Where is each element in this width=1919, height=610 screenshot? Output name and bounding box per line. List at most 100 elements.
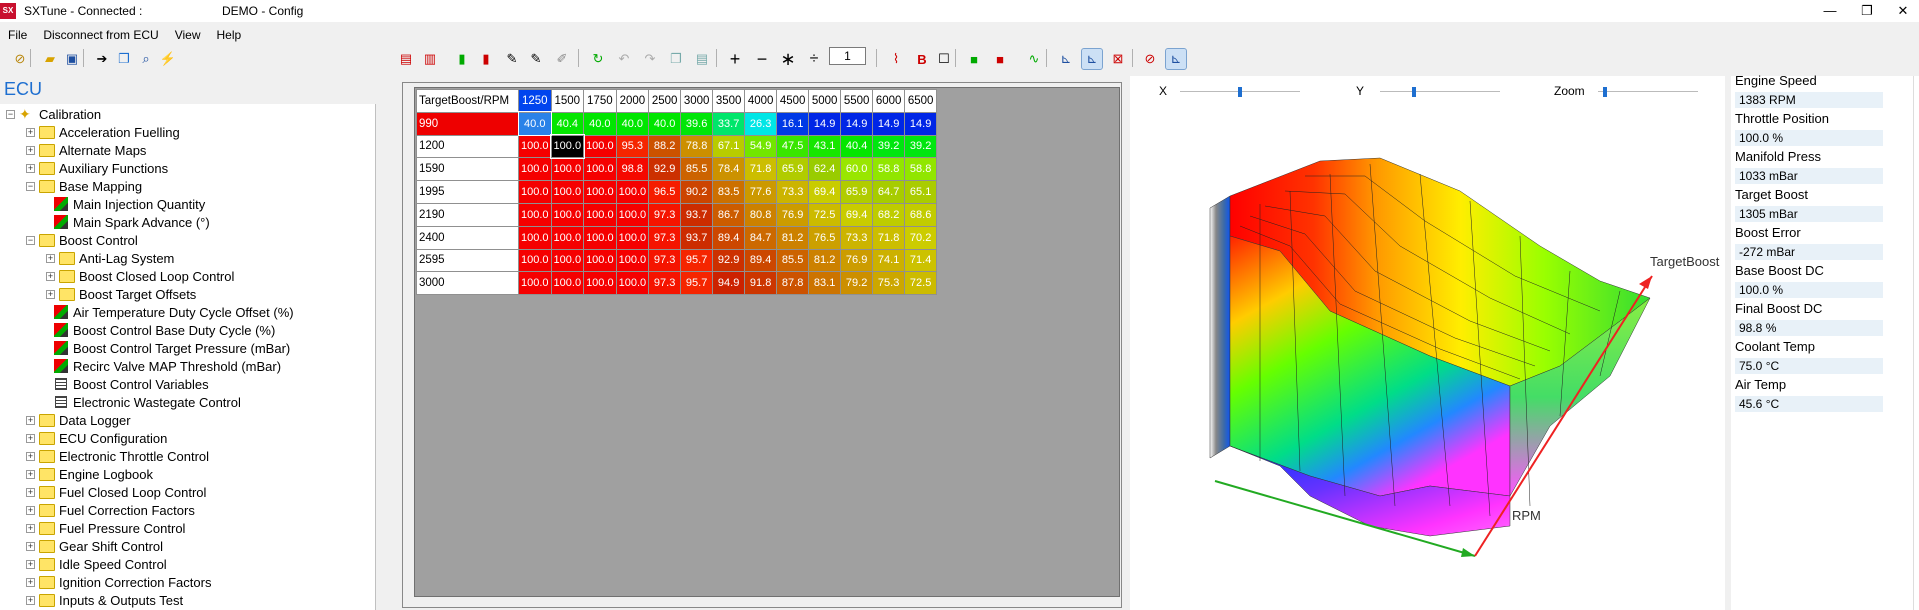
map-cell[interactable]: 76.9 [776,202,810,227]
tree-item[interactable]: + Boost Closed Loop Control [46,267,234,285]
map-cell[interactable]: 85.5 [776,248,810,273]
expand-icon[interactable]: + [26,433,35,443]
copy-pages-icon[interactable]: ❐ [114,49,134,69]
map-cell[interactable]: 84.7 [744,225,778,250]
tree-item[interactable]: Main Spark Advance (°) [51,213,210,231]
map-cell[interactable]: 39.2 [904,134,938,159]
pane-splitter[interactable] [378,76,394,610]
map-cell[interactable]: 100.0 [615,248,650,273]
map-cell[interactable]: 86.7 [712,202,746,227]
cube-red-icon[interactable]: ■ [990,49,1010,69]
map-cell[interactable]: 14.9 [872,111,906,136]
expand-icon[interactable]: + [46,271,55,281]
map-cell[interactable]: 100.0 [518,202,552,227]
map-cell[interactable]: 76.9 [840,248,874,273]
rpm-column-header[interactable]: 3000 [680,89,714,113]
map-cell[interactable]: 69.4 [808,180,842,204]
chart-clear-icon[interactable]: ⊘ [1140,49,1160,69]
rpm-column-header[interactable]: 1750 [583,89,617,113]
surface-plot[interactable] [1130,76,1725,610]
tree-item[interactable]: + Alternate Maps [26,141,146,159]
multiply-icon[interactable]: ∗ [778,49,798,69]
map-cell[interactable]: 78.4 [712,157,746,182]
tree-item[interactable]: + Data Logger [26,411,131,429]
map-cell[interactable]: 47.5 [776,134,810,159]
map-cell[interactable]: 62.4 [808,157,842,182]
targetboost-row-header[interactable]: 2595 [416,248,519,273]
tree-item[interactable]: + ECU Configuration [26,429,167,447]
expand-icon[interactable]: + [26,523,35,533]
menu-file[interactable]: File [0,25,35,45]
rpm-column-header[interactable]: 5500 [840,89,874,113]
map-cell[interactable]: 97.3 [648,248,682,273]
map-cell[interactable]: 94.9 [712,271,746,296]
map-cell[interactable]: 65.9 [840,180,874,204]
tree-item[interactable]: + Boost Target Offsets [46,285,196,303]
save-icon[interactable]: ▣ [62,49,82,69]
tree-item[interactable]: Boost Control Target Pressure (mBar) [51,339,290,357]
map-cell[interactable]: 72.5 [904,271,938,296]
map-cell[interactable]: 68.2 [872,202,906,227]
chart-x-icon[interactable]: ⊠ [1108,49,1128,69]
map-cell[interactable]: 89.4 [712,225,746,250]
curve-graph-icon[interactable]: ⌇ [886,49,906,69]
rpm-column-header[interactable]: 6000 [872,89,906,113]
add-icon[interactable]: + [725,49,745,69]
minimize-button[interactable]: — [1820,2,1840,20]
close-button[interactable]: ✕ [1893,2,1913,20]
expand-icon[interactable]: + [26,559,35,569]
map-cell[interactable]: 83.5 [712,180,746,204]
map-cell[interactable]: 100.0 [583,225,617,250]
collapse-icon[interactable]: − [6,109,15,119]
map-cell[interactable]: 100.0 [518,134,552,159]
map-cell[interactable]: 67.1 [712,134,746,159]
expand-icon[interactable]: + [46,289,55,299]
tree-item[interactable]: + Electronic Throttle Control [26,447,209,465]
tree-item[interactable]: Boost Control Base Duty Cycle (%) [51,321,275,339]
cube-green-icon[interactable]: ■ [964,49,984,69]
expand-icon[interactable]: + [46,253,55,263]
map-cell[interactable]: 71.4 [904,248,938,273]
map-cell[interactable]: 97.3 [648,202,682,227]
disconnect-icon[interactable]: ⊘ [10,49,30,69]
rpm-column-header[interactable]: 6500 [904,89,938,113]
paste-icon[interactable]: ▤ [692,49,712,69]
axis-chart-icon[interactable]: ⊾ [1056,49,1076,69]
axis-chart-toggle-icon[interactable]: ⊾ [1081,48,1103,70]
map-cell[interactable]: 100.0 [550,271,585,296]
map-cell[interactable]: 70.2 [904,225,938,250]
map-cell[interactable]: 93.7 [680,202,714,227]
menu-help[interactable]: Help [209,25,250,45]
checkbox-icon[interactable]: ☐ [934,49,954,69]
tree-item[interactable]: Air Temperature Duty Cycle Offset (%) [51,303,294,321]
edit-pencil-icon[interactable]: ✎ [502,49,522,69]
map-cell[interactable]: 40.0 [615,111,650,136]
targetboost-row-header[interactable]: 3000 [416,271,519,296]
map-cell[interactable]: 40.0 [648,111,682,136]
targetboost-row-header[interactable]: 1590 [416,157,519,182]
map-cell[interactable]: 81.2 [776,225,810,250]
tree-item[interactable]: + Idle Speed Control [26,555,167,573]
delete-row-icon[interactable]: ▥ [420,49,440,69]
tree-item[interactable]: + Engine Logbook [26,465,153,483]
map-cell[interactable]: 100.0 [550,134,585,159]
parameters-scrollbar[interactable] [1913,76,1919,610]
rpm-column-header[interactable]: 2500 [648,89,682,113]
delete-col-icon[interactable]: ▮ [476,49,496,69]
targetboost-row-header[interactable]: 990 [416,111,519,136]
expand-icon[interactable]: + [26,415,35,425]
expand-icon[interactable]: + [26,451,35,461]
map-cell[interactable]: 92.9 [712,248,746,273]
targetboost-row-header[interactable]: 1200 [416,134,519,159]
tree-item[interactable]: + Gear Shift Control [26,537,163,555]
map-cell[interactable]: 69.4 [840,202,874,227]
divide-icon[interactable]: ÷ [804,49,824,69]
map-cell[interactable]: 73.3 [776,180,810,204]
map-cell[interactable]: 78.8 [680,134,714,159]
edit-axis-icon[interactable]: ✎ [526,49,546,69]
map-cell[interactable]: 92.9 [648,157,682,182]
map-cell[interactable]: 88.2 [648,134,682,159]
targetboost-row-header[interactable]: 2190 [416,202,519,227]
tree-item[interactable]: − Boost Control [26,231,138,249]
map-cell[interactable]: 85.5 [680,157,714,182]
